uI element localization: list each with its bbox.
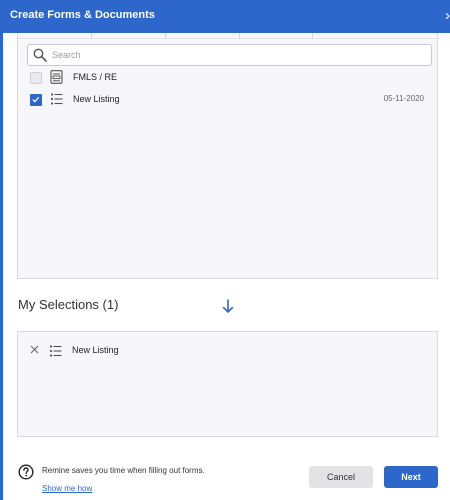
checklist-icon (50, 93, 63, 105)
dialog-header: Create Forms & Documents › (3, 0, 450, 33)
promo-text: Remine saves you time when filling out f… (42, 466, 205, 475)
my-selections-title: My Selections (1) (18, 297, 119, 312)
tab-divider (165, 33, 166, 39)
document-row-fmls[interactable]: FMLS / RE (18, 70, 437, 88)
check-icon (32, 96, 40, 103)
help-icon (18, 464, 34, 480)
checklist-icon (49, 345, 62, 357)
form-document-icon (50, 70, 63, 84)
arrow-down-icon[interactable] (221, 298, 235, 314)
next-button[interactable]: Next (384, 466, 438, 488)
search-icon (33, 48, 47, 62)
document-label: FMLS / RE (73, 72, 118, 82)
cancel-button[interactable]: Cancel (309, 466, 373, 488)
document-date: 05-11-2020 (383, 94, 424, 103)
document-checkbox[interactable] (30, 94, 42, 106)
document-row-new-listing[interactable]: New Listing 05-11-2020 (18, 92, 437, 110)
selection-label: New Listing (72, 345, 119, 355)
show-me-how-link[interactable]: Show me how (42, 484, 92, 493)
selections-panel: New Listing (17, 331, 438, 437)
tab-strip (18, 33, 439, 39)
dialog-title: Create Forms & Documents (10, 9, 155, 21)
tab-divider (312, 33, 313, 39)
document-checkbox[interactable] (30, 72, 42, 84)
document-list-panel: FMLS / RE New Listing 05-11-2020 (17, 33, 439, 279)
remove-icon[interactable] (30, 345, 39, 354)
search-input[interactable] (52, 47, 422, 63)
tab-divider (239, 33, 240, 39)
tab-divider (91, 33, 92, 39)
close-icon[interactable]: › (445, 8, 450, 23)
document-label: New Listing (73, 94, 120, 104)
window-edge (0, 0, 3, 500)
search-box (27, 44, 432, 66)
